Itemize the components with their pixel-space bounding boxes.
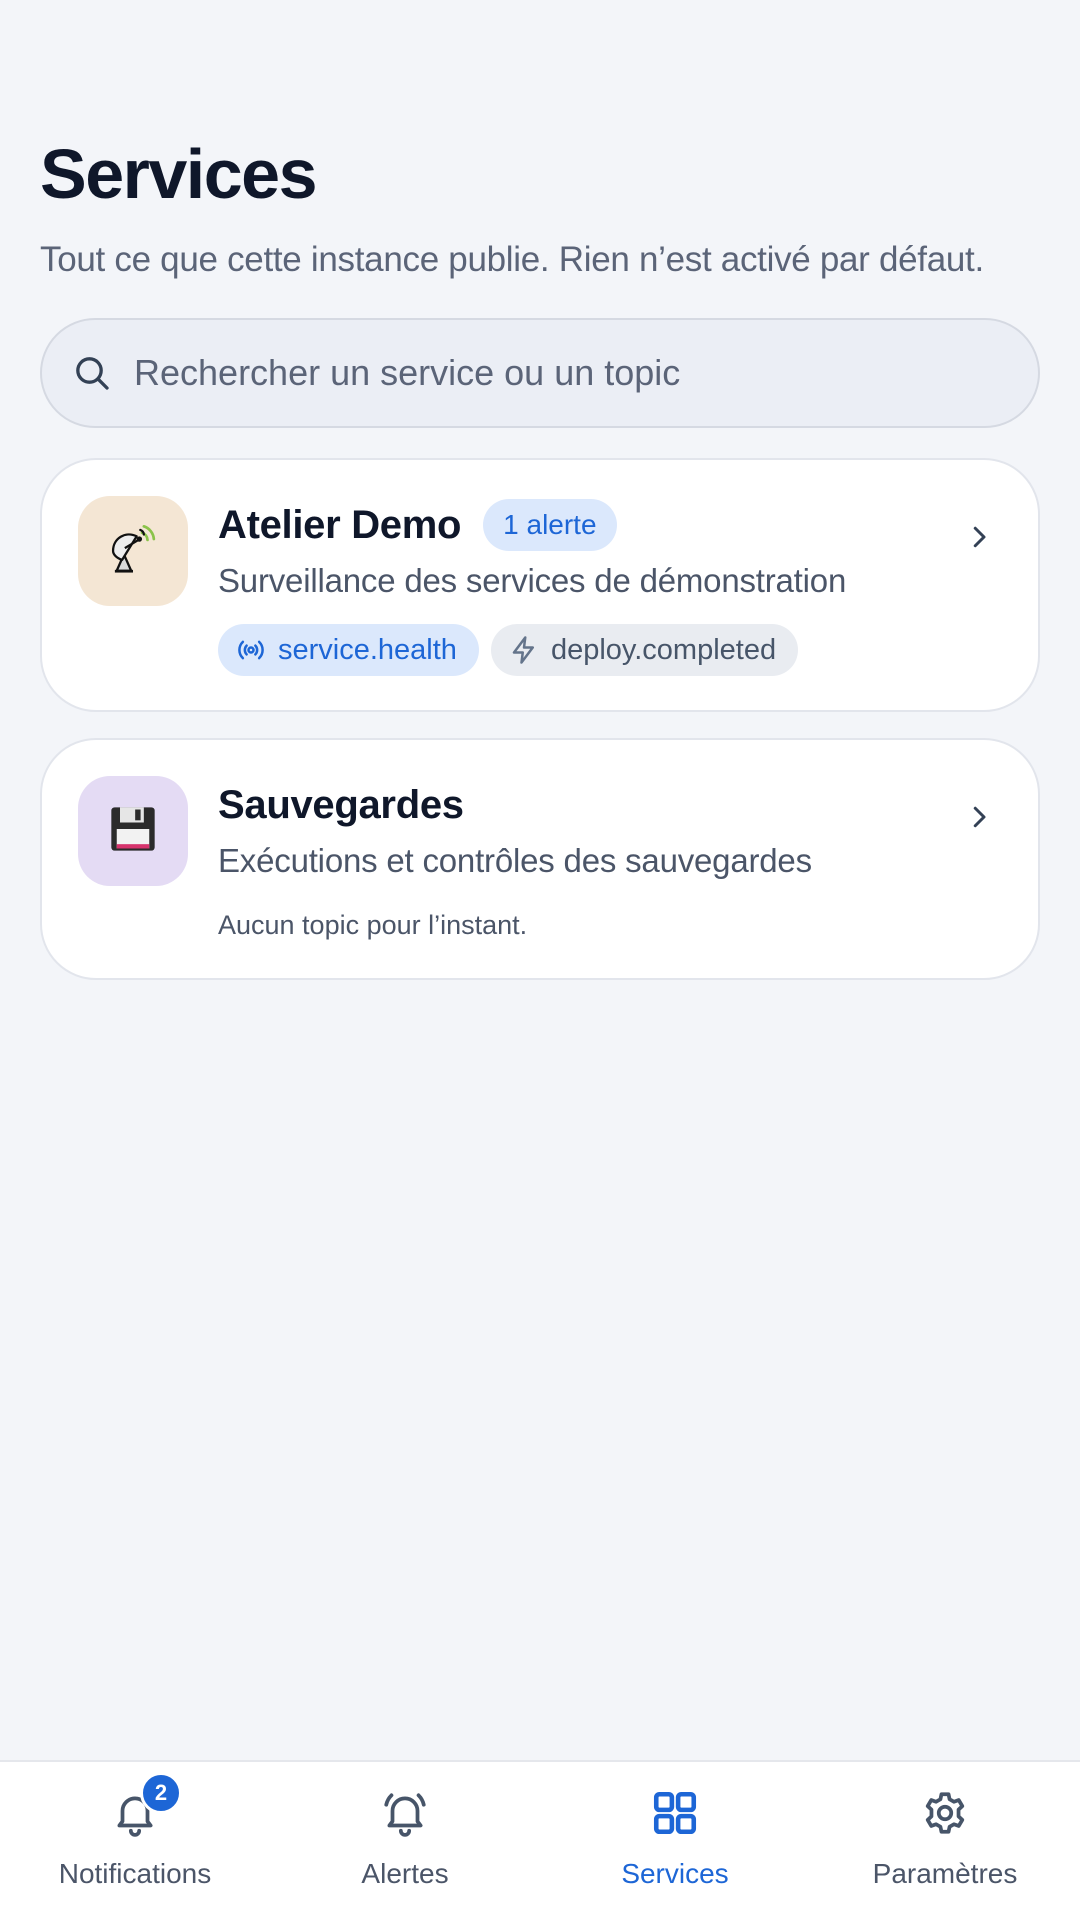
topic-label: deploy.completed xyxy=(550,633,777,666)
card-content: Sauvegardes Exécutions et contrôles des … xyxy=(218,778,978,941)
lightning-icon xyxy=(509,635,539,665)
service-card-sauvegardes[interactable]: Sauvegardes Exécutions et contrôles des … xyxy=(40,738,1040,980)
gear-icon xyxy=(918,1786,972,1840)
tab-alertes[interactable]: Alertes xyxy=(270,1762,540,1920)
empty-topics-text: Aucun topic pour l’instant. xyxy=(218,910,528,940)
topic-chip-deploy-completed[interactable]: deploy.completed xyxy=(490,624,799,676)
bottom-tab-bar: 2 Notifications Alertes Services Paramèt… xyxy=(0,1760,1080,1920)
service-name: Sauvegardes xyxy=(218,782,464,827)
tab-label: Paramètres xyxy=(872,1858,1018,1889)
service-avatar xyxy=(78,496,188,606)
floppy-disk-icon xyxy=(107,803,159,860)
page-title: Services xyxy=(40,135,318,213)
tab-services[interactable]: Services xyxy=(540,1762,810,1920)
chevron-right-icon xyxy=(964,802,994,832)
satellite-antenna-icon xyxy=(104,520,162,583)
search-icon xyxy=(72,353,112,393)
search-bar[interactable] xyxy=(40,318,1040,428)
topic-label: service.health xyxy=(278,633,457,666)
notification-count-badge: 2 xyxy=(140,1772,182,1814)
tab-parametres[interactable]: Paramètres xyxy=(810,1762,1080,1920)
bell-icon: 2 xyxy=(108,1772,182,1840)
chevron-right-icon xyxy=(964,522,994,552)
alert-count-badge: 1 alerte xyxy=(483,499,617,551)
card-content: Atelier Demo 1 alerte Surveillance des s… xyxy=(218,498,978,676)
grid-icon xyxy=(648,1786,702,1840)
service-card-atelier-demo[interactable]: Atelier Demo 1 alerte Surveillance des s… xyxy=(40,458,1040,712)
services-screen: Services Tout ce que cette instance publ… xyxy=(0,0,1080,1920)
tab-label: Services xyxy=(621,1858,729,1889)
service-description: Surveillance des services de démonstrati… xyxy=(218,562,847,599)
tab-notifications[interactable]: 2 Notifications xyxy=(0,1762,270,1920)
search-input[interactable] xyxy=(134,352,1038,394)
service-avatar xyxy=(78,776,188,886)
header: Services Tout ce que cette instance publ… xyxy=(40,138,1050,280)
broadcast-icon xyxy=(236,635,266,665)
topic-chips: service.health deploy.completed xyxy=(218,624,978,676)
topic-chip-service-health[interactable]: service.health xyxy=(218,624,479,676)
tab-label: Notifications xyxy=(58,1858,212,1889)
page-subtitle: Tout ce que cette instance publie. Rien … xyxy=(40,240,984,279)
bell-ringing-icon xyxy=(378,1786,432,1840)
service-description: Exécutions et contrôles des sauvegardes xyxy=(218,842,812,879)
service-name: Atelier Demo xyxy=(218,502,462,547)
tab-label: Alertes xyxy=(361,1858,449,1889)
